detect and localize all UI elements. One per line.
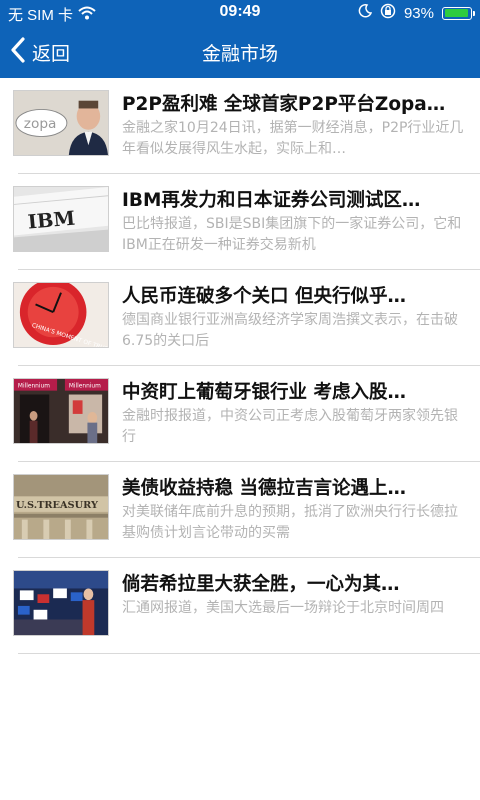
battery-fill — [444, 9, 468, 17]
nav-bar: 返回 金融市场 — [0, 26, 480, 78]
millennium-bank-photo-thumbnail: Millennium Millennium — [13, 378, 109, 444]
news-title: 人民币连破多个关口 但央行似乎… — [122, 286, 406, 307]
moon-icon — [358, 4, 373, 22]
svg-text:Millennium: Millennium — [69, 384, 101, 390]
news-title: 中资盯上葡萄牙银行业 考虑入股… — [122, 382, 406, 403]
page-title: 金融市场 — [201, 43, 278, 65]
us-treasury-photo-thumbnail: U.S.TREASURY — [13, 474, 109, 540]
svg-text:zopa: zopa — [24, 116, 57, 132]
svg-text:IBM: IBM — [27, 207, 76, 234]
list-item[interactable]: IBM IBM再发力和日本证券公司测试区… 巴比特报道，SBI是SBI集团旗下的… — [0, 174, 480, 270]
news-summary: 德国商业银行亚洲高级经济学家周浩撰文表示，在击破6.75的关口后 — [122, 312, 458, 349]
news-title: 倘若希拉里大获全胜，一心为其… — [122, 574, 400, 595]
zopa-photo-thumbnail: zopa — [13, 90, 109, 156]
news-title: P2P盈利难 全球首家P2P平台Zopa… — [122, 94, 446, 115]
battery-percent: 93% — [403, 4, 434, 22]
yuan-clock-photo-thumbnail: CHINA'S MOMENT OF TRUTH — [13, 282, 109, 348]
list-item[interactable]: 倘若希拉里大获全胜，一心为其… 汇通网报道，美国大选最后一场辩论于北京时间周四 — [0, 558, 480, 654]
news-summary: 汇通网报道，美国大选最后一场辩论于北京时间周四 — [122, 600, 444, 616]
list-item[interactable]: CHINA'S MOMENT OF TRUTH 人民币连破多个关口 但央行似乎…… — [0, 270, 480, 366]
news-summary: 金融之家10月24日讯，据第一财经消息，P2P行业近几年看似发展得风生水起，实际… — [122, 120, 464, 157]
status-right: 93% — [358, 3, 475, 23]
news-title: 美债收益持稳 当德拉吉言论遇上… — [122, 478, 406, 499]
news-title: IBM再发力和日本证券公司测试区… — [122, 190, 421, 211]
battery-icon — [442, 6, 475, 20]
news-summary: 对美联储年底前升息的预期，抵消了欧洲央行行长德拉基购债计划言论带动的买需 — [122, 504, 458, 541]
list-item[interactable]: Millennium Millennium 中资盯上葡萄牙银行业 考虑入股… 金… — [0, 366, 480, 462]
list-item[interactable]: U.S.TREASURY 美债收益持稳 当德拉吉言论遇上… 对美联储年底前升息的… — [0, 462, 480, 558]
news-list: zopa P2P盈利难 全球首家P2P平台Zopa… 金融之家10月24日讯，据… — [0, 78, 480, 654]
rotation-lock-icon — [380, 3, 396, 23]
news-summary: 巴比特报道，SBI是SBI集团旗下的一家证券公司，它和IBM正在研发一种证券交易… — [122, 216, 462, 253]
list-item[interactable]: zopa P2P盈利难 全球首家P2P平台Zopa… 金融之家10月24日讯，据… — [0, 78, 480, 174]
divider — [18, 653, 480, 654]
ibm-photo-thumbnail: IBM — [13, 186, 109, 252]
rally-photo-thumbnail — [13, 570, 109, 636]
news-summary: 金融时报报道，中资公司正考虑入股葡萄牙两家领先银行 — [122, 408, 458, 445]
svg-text:U.S.TREASURY: U.S.TREASURY — [16, 500, 99, 511]
status-bar: 无 SIM 卡 09:49 93% — [0, 0, 480, 26]
svg-text:Millennium: Millennium — [18, 384, 50, 390]
